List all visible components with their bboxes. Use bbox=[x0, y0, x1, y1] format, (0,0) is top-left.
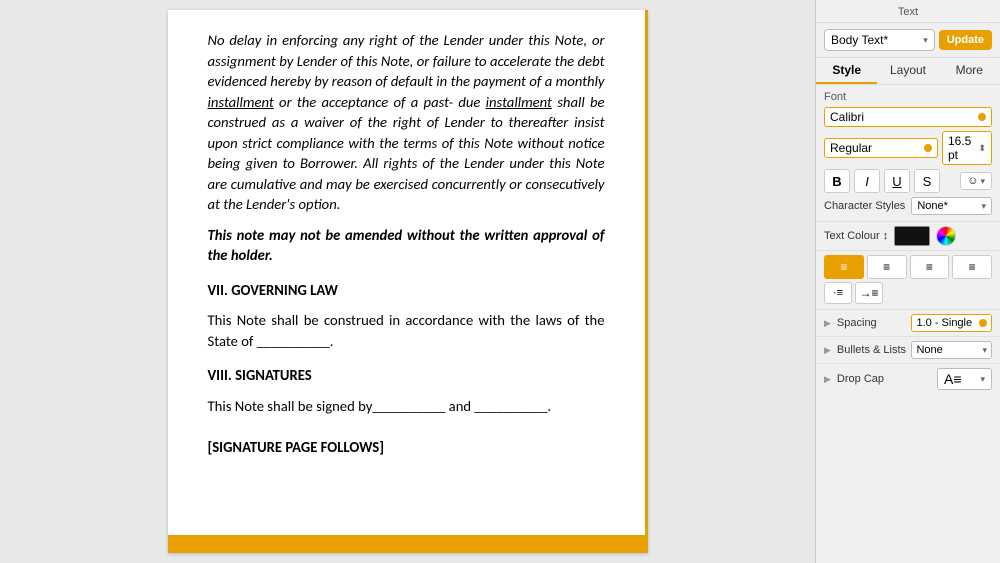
document-area: No delay in enforcing any right of the L… bbox=[0, 0, 815, 563]
section7-body: This Note shall be construed in accordan… bbox=[208, 310, 605, 351]
spacing-row: ▶ Spacing 1.0 - Single bbox=[816, 310, 1000, 337]
font-family-indicator bbox=[978, 113, 986, 121]
font-label: Font bbox=[824, 91, 992, 103]
font-family-select[interactable]: Calibri bbox=[824, 107, 992, 127]
align-row-1: ≡ ≡ ≡ ≡ bbox=[824, 255, 992, 279]
bullets-collapse-arrow[interactable]: ▶ bbox=[824, 345, 831, 356]
text-color-label: Text Colour ↕ bbox=[824, 230, 888, 242]
dropcap-chevron: ▾ bbox=[980, 374, 985, 385]
text-style-row: B I U S ☺ ▾ bbox=[824, 169, 992, 193]
section8-body: This Note shall be signed by__________ a… bbox=[208, 396, 605, 417]
bullets-row: ▶ Bullets & Lists None ▾ bbox=[816, 337, 1000, 364]
align-right-button[interactable]: ≡ bbox=[910, 255, 950, 279]
bullets-select[interactable]: None ▾ bbox=[911, 341, 992, 359]
align-left-button[interactable]: ≡ bbox=[824, 255, 864, 279]
list-style-button[interactable]: ·≡ bbox=[824, 282, 852, 304]
alignment-section: ≡ ≡ ≡ ≡ ·≡ →≡ bbox=[816, 251, 1000, 310]
drop-cap-row: ▶ Drop Cap A≡ ▾ bbox=[816, 364, 1000, 394]
panel-title: Text bbox=[816, 0, 1000, 23]
section8-heading: VIII. SIGNATURES bbox=[208, 365, 605, 386]
spacing-value: 1.0 - Single bbox=[916, 317, 972, 329]
char-styles-label: Character Styles bbox=[824, 200, 905, 212]
gold-bar-bottom bbox=[168, 535, 645, 553]
bullets-value: None bbox=[916, 344, 942, 356]
tab-row: Style Layout More bbox=[816, 58, 1000, 85]
bold-button[interactable]: B bbox=[824, 169, 850, 193]
style-selector[interactable]: Body Text* ▾ bbox=[824, 29, 935, 51]
dropcap-label: Drop Cap bbox=[837, 373, 933, 385]
spacing-select[interactable]: 1.0 - Single bbox=[911, 314, 992, 332]
indent-increase-button[interactable]: →≡ bbox=[855, 282, 883, 304]
font-family-value: Calibri bbox=[830, 110, 864, 124]
align-left-icon: ≡ bbox=[840, 260, 847, 274]
char-styles-chevron: ▾ bbox=[981, 201, 986, 212]
bullets-label: Bullets & Lists bbox=[837, 344, 908, 356]
dropcap-icon: A≡ bbox=[944, 371, 962, 387]
bullets-chevron: ▾ bbox=[982, 345, 987, 356]
align-justify-button[interactable]: ≡ bbox=[952, 255, 992, 279]
list-icon: ·≡ bbox=[833, 287, 843, 299]
section7-heading: VII. GOVERNING LAW bbox=[208, 280, 605, 301]
font-weight-select[interactable]: Regular bbox=[824, 138, 938, 158]
font-size-chevron: ⬍ bbox=[978, 143, 986, 154]
char-styles-value: None* bbox=[917, 200, 948, 212]
signature-page-follows: [SIGNATURE PAGE FOLLOWS] bbox=[208, 437, 605, 458]
update-button[interactable]: Update bbox=[939, 30, 992, 50]
italic-button[interactable]: I bbox=[854, 169, 880, 193]
spacing-collapse-arrow[interactable]: ▶ bbox=[824, 318, 831, 329]
dropcap-select[interactable]: A≡ ▾ bbox=[937, 368, 992, 390]
font-size-input[interactable]: 16.5 pt ⬍ bbox=[942, 131, 992, 165]
tab-layout[interactable]: Layout bbox=[877, 58, 938, 84]
style-selector-value: Body Text* bbox=[831, 33, 888, 47]
text-color-row: Text Colour ↕ bbox=[816, 222, 1000, 251]
font-more-button[interactable]: ☺ ▾ bbox=[960, 172, 992, 190]
page-content: No delay in enforcing any right of the L… bbox=[208, 30, 605, 457]
right-panel: Text Body Text* ▾ Update Style Layout Mo… bbox=[815, 0, 1000, 563]
align-center-button[interactable]: ≡ bbox=[867, 255, 907, 279]
font-more-chevron: ▾ bbox=[980, 176, 985, 187]
align-center-icon: ≡ bbox=[883, 260, 890, 274]
document-page: No delay in enforcing any right of the L… bbox=[168, 10, 648, 553]
paragraph-lender: No delay in enforcing any right of the L… bbox=[208, 30, 605, 215]
tab-more[interactable]: More bbox=[939, 58, 1000, 84]
font-weight-value: Regular bbox=[830, 141, 872, 155]
indent-increase-icon: →≡ bbox=[859, 286, 878, 300]
font-size-value: 16.5 pt bbox=[948, 134, 978, 162]
spacing-label: Spacing bbox=[837, 317, 908, 329]
text-color-swatch[interactable] bbox=[894, 226, 930, 246]
style-selector-row: Body Text* ▾ Update bbox=[816, 23, 1000, 58]
char-styles-select[interactable]: None* ▾ bbox=[911, 197, 992, 215]
align-justify-icon: ≡ bbox=[969, 260, 976, 274]
tab-style[interactable]: Style bbox=[816, 58, 877, 84]
strikethrough-button[interactable]: S bbox=[914, 169, 940, 193]
font-weight-indicator bbox=[924, 144, 932, 152]
font-section: Font Calibri Regular 16.5 pt ⬍ B I U S bbox=[816, 85, 1000, 222]
align-right-icon: ≡ bbox=[926, 260, 933, 274]
character-styles-row: Character Styles None* ▾ bbox=[824, 197, 992, 215]
color-picker-button[interactable] bbox=[936, 226, 956, 246]
dropcap-collapse-arrow[interactable]: ▶ bbox=[824, 374, 831, 385]
font-more-label: ☺ bbox=[967, 175, 978, 187]
font-family-row: Calibri bbox=[824, 107, 992, 127]
align-row-2: ·≡ →≡ bbox=[824, 282, 992, 304]
spacing-indicator bbox=[979, 319, 987, 327]
font-weight-row: Regular 16.5 pt ⬍ bbox=[824, 131, 992, 165]
style-selector-chevron: ▾ bbox=[923, 35, 928, 46]
underline-button[interactable]: U bbox=[884, 169, 910, 193]
amendment-notice: This note may not be amended without the… bbox=[208, 225, 605, 266]
